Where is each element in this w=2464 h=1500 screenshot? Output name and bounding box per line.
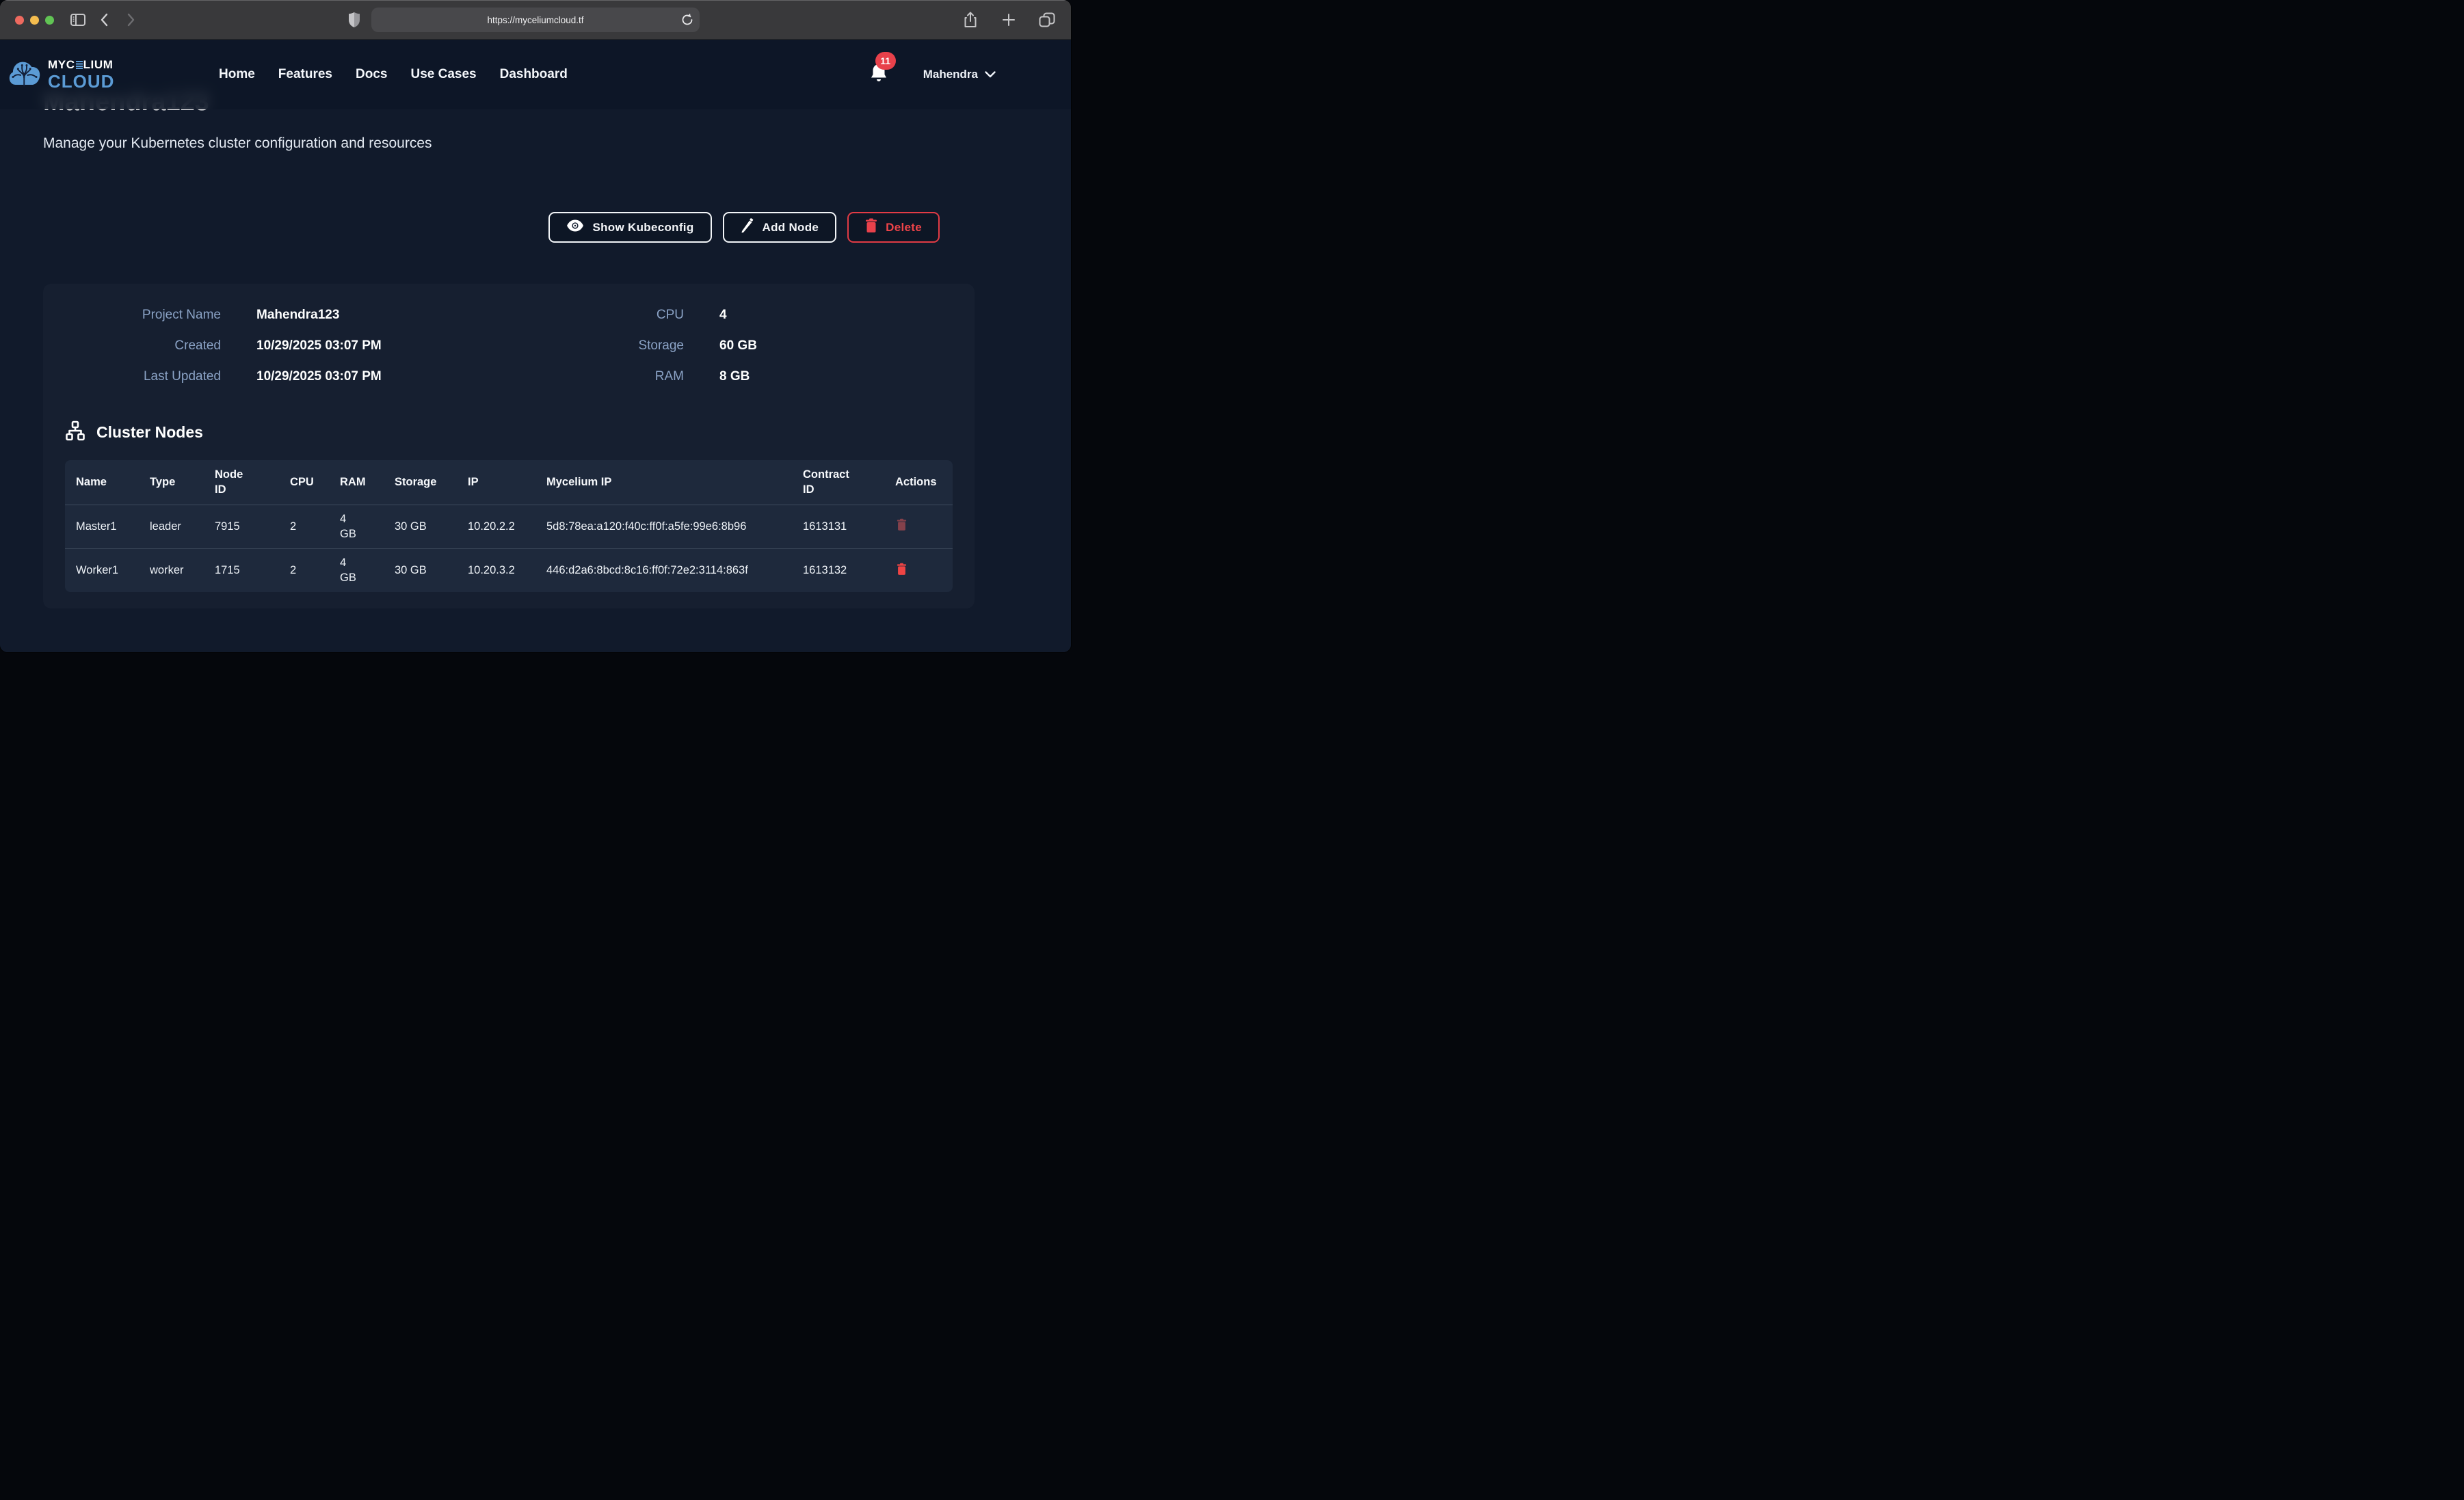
delete-node-button[interactable] (895, 517, 908, 535)
col-ram: RAM (329, 460, 384, 505)
cluster-action-buttons: Show Kubeconfig Add Node Delete (548, 212, 940, 243)
bell-icon (870, 75, 888, 86)
add-node-button[interactable]: Add Node (723, 212, 837, 243)
table-row: Worker1 worker 1715 2 4 GB 30 GB 10.20.3… (65, 548, 953, 592)
forward-icon[interactable] (120, 8, 143, 31)
close-window-button[interactable] (15, 16, 24, 25)
share-icon[interactable] (959, 8, 982, 31)
col-mycelium-ip: Mycelium IP (535, 460, 792, 505)
table-row: Master1 leader 7915 2 4 GB 30 GB 10.20.2… (65, 505, 953, 548)
brand-wordmark: MYCLIUM CLOUD (48, 59, 114, 90)
col-name: Name (65, 460, 139, 505)
brand-e-icon (76, 61, 83, 69)
col-type: Type (139, 460, 204, 505)
tab-overview-icon[interactable] (1035, 8, 1059, 31)
user-menu[interactable]: Mahendra (923, 68, 996, 81)
col-cpu: CPU (279, 460, 329, 505)
new-tab-icon[interactable] (997, 8, 1020, 31)
details-right-column: CPU 4 Storage 60 GB RAM 8 GB (515, 308, 757, 400)
privacy-shield-icon[interactable] (348, 12, 360, 28)
zoom-window-button[interactable] (45, 16, 54, 25)
detail-project-name: Project Name Mahendra123 (43, 308, 382, 338)
col-storage: Storage (384, 460, 457, 505)
delete-node-button[interactable] (895, 561, 908, 579)
chevron-down-icon (985, 68, 996, 81)
primary-navigation: Home Features Docs Use Cases Dashboard (219, 67, 568, 82)
site-navbar: MYCLIUM CLOUD Home Features Docs Use Cas… (0, 40, 1071, 109)
notification-count-badge: 11 (875, 52, 896, 70)
col-actions: Actions (884, 460, 953, 505)
sidebar-toggle-icon[interactable] (66, 8, 90, 31)
nav-link-features[interactable]: Features (278, 67, 332, 82)
col-node-id: Node ID (204, 460, 279, 505)
col-contract-id: Contract ID (792, 460, 884, 505)
delete-cluster-button[interactable]: Delete (847, 212, 940, 243)
brand-logo[interactable]: MYCLIUM CLOUD (8, 59, 138, 90)
nav-link-dashboard[interactable]: Dashboard (500, 67, 568, 82)
page-content: Mahendra123 Manage your Kubernetes clust… (0, 40, 1071, 652)
detail-ram: RAM 8 GB (515, 369, 757, 400)
trash-icon (865, 218, 877, 237)
notifications-button[interactable]: 11 (870, 63, 888, 87)
eye-icon (566, 219, 584, 236)
detail-created: Created 10/29/2025 03:07 PM (43, 338, 382, 369)
table-header-row: Name Type Node ID CPU RAM Storage IP Myc… (65, 460, 953, 505)
detail-storage: Storage 60 GB (515, 338, 757, 369)
detail-last-updated: Last Updated 10/29/2025 03:07 PM (43, 369, 382, 400)
cluster-details-panel: Project Name Mahendra123 Created 10/29/2… (43, 284, 975, 608)
show-kubeconfig-button[interactable]: Show Kubeconfig (548, 212, 711, 243)
cluster-nodes-table: Name Type Node ID CPU RAM Storage IP Myc… (65, 460, 953, 592)
nav-link-docs[interactable]: Docs (356, 67, 387, 82)
browser-window: https://myceliumcloud.tf Mahendra123 Man… (0, 0, 1071, 652)
back-icon[interactable] (92, 8, 116, 31)
detail-cpu: CPU 4 (515, 308, 757, 338)
trash-icon (897, 523, 907, 533)
cluster-nodes-heading: Cluster Nodes (65, 420, 203, 444)
minimize-window-button[interactable] (30, 16, 39, 25)
address-bar[interactable]: https://myceliumcloud.tf (371, 8, 700, 32)
window-controls (15, 16, 54, 25)
network-nodes-icon (65, 420, 85, 444)
browser-toolbar: https://myceliumcloud.tf (0, 0, 1071, 40)
address-bar-url: https://myceliumcloud.tf (487, 15, 583, 25)
page-subtitle: Manage your Kubernetes cluster configura… (43, 135, 432, 152)
trash-icon (897, 567, 907, 578)
reload-icon[interactable] (680, 12, 694, 27)
mycelium-cloud-logo-icon (8, 59, 41, 90)
pencil-icon (741, 218, 754, 237)
details-left-column: Project Name Mahendra123 Created 10/29/2… (43, 308, 382, 400)
nav-link-home[interactable]: Home (219, 67, 255, 82)
user-name: Mahendra (923, 68, 978, 81)
col-ip: IP (457, 460, 535, 505)
nav-link-use-cases[interactable]: Use Cases (410, 67, 476, 82)
